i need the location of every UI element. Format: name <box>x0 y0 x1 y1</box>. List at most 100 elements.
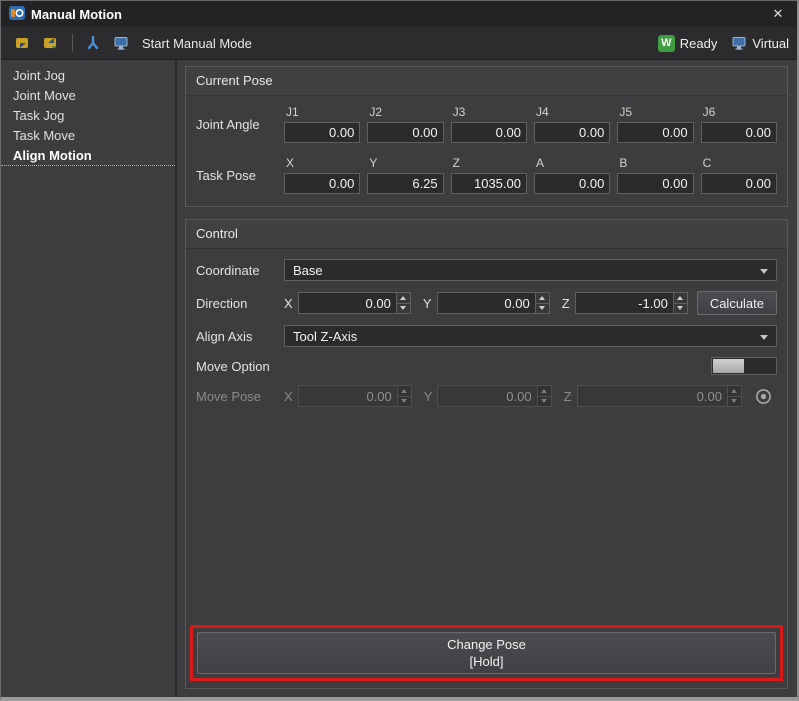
align-axis-row: Align Axis Tool Z-Axis <box>186 320 787 352</box>
move-pose-z-label: Z <box>564 389 572 404</box>
spin-up-icon <box>728 386 741 397</box>
j3-input[interactable] <box>451 122 527 143</box>
spin-up-icon[interactable] <box>536 293 549 304</box>
j4-input[interactable] <box>534 122 610 143</box>
virtual-status-label: Virtual <box>752 36 789 51</box>
move-pose-y-spin-buttons <box>537 386 551 406</box>
sidebar-item-align-motion[interactable]: Align Motion <box>1 146 175 166</box>
sidebar: Joint Jog Joint Move Task Jog Task Move … <box>1 60 177 697</box>
j5-input[interactable] <box>617 122 693 143</box>
j5-header: J5 <box>619 105 693 119</box>
move-pose-x-spinner <box>298 385 412 407</box>
joint-angle-row: Joint Angle J1 J2 J3 <box>186 96 787 147</box>
direction-x-input[interactable] <box>298 292 411 314</box>
joint-angle-field-j6: J6 <box>701 105 777 143</box>
spin-up-icon[interactable] <box>674 293 687 304</box>
monitor-icon[interactable] <box>108 31 134 55</box>
capture-pose-button[interactable] <box>751 385 777 407</box>
spin-down-icon[interactable] <box>397 304 410 314</box>
joint-angle-field-j3: J3 <box>451 105 527 143</box>
spin-down-icon <box>538 397 551 407</box>
change-pose-line2: [Hold] <box>470 653 504 670</box>
move-pose-row: Move Pose X Y <box>186 380 787 412</box>
x-header: X <box>286 156 360 170</box>
direction-z-spinner <box>575 292 688 314</box>
spin-up-icon <box>538 386 551 397</box>
sidebar-item-joint-move[interactable]: Joint Move <box>1 86 175 106</box>
titlebar: Manual Motion ✕ <box>1 1 797 27</box>
move-pose-y-input <box>437 385 551 407</box>
j4-header: J4 <box>536 105 610 119</box>
control-spacer <box>186 412 787 625</box>
robot-tool-icon[interactable] <box>80 31 106 55</box>
ready-w-icon: W <box>658 35 675 52</box>
export-pose-icon[interactable] <box>37 31 63 55</box>
direction-y-spinner <box>437 292 550 314</box>
j6-input[interactable] <box>701 122 777 143</box>
sidebar-item-task-jog[interactable]: Task Jog <box>1 106 175 126</box>
j2-header: J2 <box>369 105 443 119</box>
j1-header: J1 <box>286 105 360 119</box>
direction-z-spin-buttons <box>673 293 687 313</box>
spin-down-icon[interactable] <box>674 304 687 314</box>
sidebar-item-task-move[interactable]: Task Move <box>1 126 175 146</box>
app-icon <box>9 5 25 24</box>
task-pose-field-x: X <box>284 156 360 194</box>
move-option-row: Move Option <box>186 352 787 380</box>
red-annotation-box: Change Pose [Hold] <box>190 625 783 681</box>
spin-down-icon <box>398 397 411 407</box>
move-pose-x-spin-buttons <box>397 386 411 406</box>
coordinate-selected-value: Base <box>293 263 323 278</box>
main-panel: Current Pose Joint Angle J1 J2 J <box>177 60 797 697</box>
sidebar-item-joint-jog[interactable]: Joint Jog <box>1 66 175 86</box>
align-axis-select[interactable]: Tool Z-Axis <box>284 325 777 347</box>
virtual-monitor-icon <box>731 35 747 51</box>
chevron-down-icon <box>760 335 768 340</box>
chevron-down-icon <box>760 269 768 274</box>
toolbar: Start Manual Mode W Ready Virtual <box>1 27 797 60</box>
align-axis-label: Align Axis <box>196 329 284 344</box>
direction-z-input[interactable] <box>575 292 688 314</box>
task-b-input[interactable] <box>617 173 693 194</box>
spin-down-icon[interactable] <box>536 304 549 314</box>
toolbar-separator <box>72 34 73 52</box>
virtual-status-badge: Virtual <box>731 35 789 51</box>
spin-down-icon <box>728 397 741 407</box>
task-pose-field-a: A <box>534 156 610 194</box>
direction-y-label: Y <box>423 296 432 311</box>
task-a-input[interactable] <box>534 173 610 194</box>
close-button[interactable]: ✕ <box>767 4 789 24</box>
move-pose-y-label: Y <box>424 389 433 404</box>
a-header: A <box>536 156 610 170</box>
spin-up-icon <box>398 386 411 397</box>
task-pose-row: Task Pose X Y Z <box>186 147 787 206</box>
align-axis-selected-value: Tool Z-Axis <box>293 329 357 344</box>
change-pose-line1: Change Pose <box>447 636 526 653</box>
current-pose-title: Current Pose <box>186 67 787 96</box>
target-icon <box>755 388 772 405</box>
task-z-input[interactable] <box>451 173 527 194</box>
j1-input[interactable] <box>284 122 360 143</box>
move-option-toggle[interactable] <box>711 357 777 375</box>
calculate-button[interactable]: Calculate <box>697 291 777 315</box>
change-pose-button[interactable]: Change Pose [Hold] <box>197 632 776 674</box>
task-x-input[interactable] <box>284 173 360 194</box>
task-pose-field-z: Z <box>451 156 527 194</box>
j2-input[interactable] <box>367 122 443 143</box>
move-pose-x-label: X <box>284 389 293 404</box>
direction-x-label: X <box>284 296 293 311</box>
ready-status-label: Ready <box>680 36 718 51</box>
task-y-input[interactable] <box>367 173 443 194</box>
direction-y-input[interactable] <box>437 292 550 314</box>
window-title: Manual Motion <box>31 7 122 22</box>
coordinate-select[interactable]: Base <box>284 259 777 281</box>
move-pose-x-input <box>298 385 412 407</box>
import-pose-icon[interactable] <box>9 31 35 55</box>
move-pose-z-spin-buttons <box>727 386 741 406</box>
direction-x-spin-buttons <box>396 293 410 313</box>
task-c-input[interactable] <box>701 173 777 194</box>
direction-row: Direction X Y <box>186 286 787 320</box>
spin-up-icon[interactable] <box>397 293 410 304</box>
task-pose-field-c: C <box>701 156 777 194</box>
task-pose-field-y: Y <box>367 156 443 194</box>
